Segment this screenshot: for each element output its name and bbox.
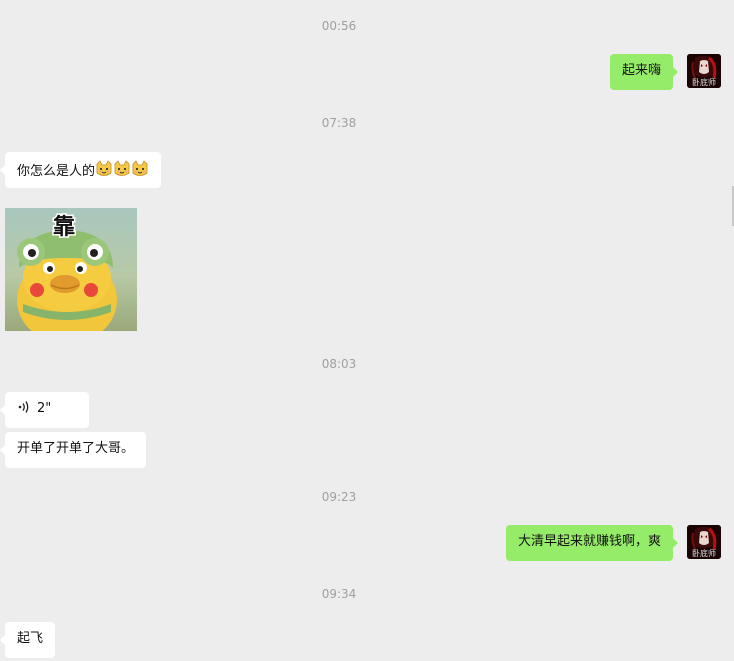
voice-wave-icon [17,400,31,414]
timestamp: 00:56 [321,19,357,33]
message-text: 起来嗨 [621,63,661,78]
my-avatar[interactable]: 卧底师 [687,525,721,559]
timestamp: 09:34 [321,587,357,601]
timestamp: 09:23 [321,490,357,504]
message-text: 开单了开单了大哥。 [17,441,135,456]
sticker-caption: 靠 [53,215,75,240]
message-text: 大清早起来就赚钱啊，爽 [517,534,661,549]
cat-emoji-icon [113,160,131,178]
timestamp: 08:03 [321,357,357,371]
svg-text:卧底师: 卧底师 [692,548,716,558]
svg-text:卧底师: 卧底师 [692,77,716,87]
cat-emoji-icon [131,160,149,178]
cat-emoji-icon [95,160,113,178]
avatar-image: 卧底师 [687,54,721,88]
message-text: 起飞 [17,631,44,646]
incoming-message-bubble[interactable]: 起飞 [0,622,56,658]
avatar-image: 卧底师 [687,525,721,559]
voice-message-bubble[interactable]: 2" [0,392,89,428]
sticker-image[interactable]: 靠 [5,208,137,331]
incoming-message-bubble[interactable]: 开单了开单了大哥。 [0,432,147,468]
chat-message-list[interactable]: 00:56 起来嗨 卧底师 07:38 你怎么是人的 靠 08:03 2" 开单… [0,0,734,661]
timestamp: 07:38 [321,116,357,130]
voice-duration: 2" [37,401,52,416]
message-text: 你怎么是人的 [17,164,96,179]
my-avatar[interactable]: 卧底师 [687,54,721,88]
outgoing-message-bubble[interactable]: 起来嗨 [609,54,679,90]
incoming-message-bubble[interactable]: 你怎么是人的 [0,152,162,188]
outgoing-message-bubble[interactable]: 大清早起来就赚钱啊，爽 [505,525,679,561]
